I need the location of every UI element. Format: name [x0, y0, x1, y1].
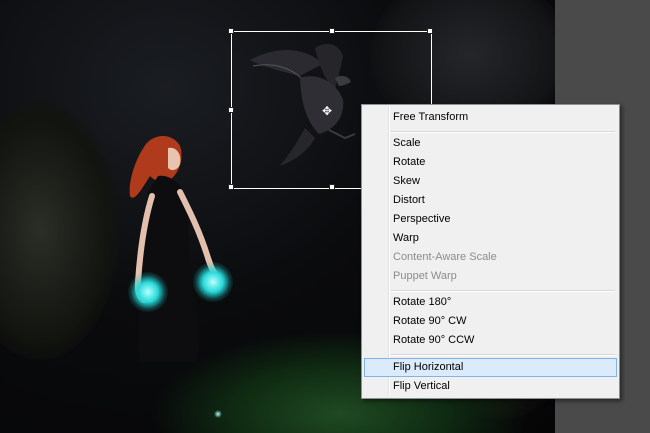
transform-context-menu: Free Transform Scale Rotate Skew Distort…	[361, 104, 620, 399]
menu-item-rotate-90-cw[interactable]: Rotate 90° CW	[364, 312, 617, 331]
transform-handle-bottom-left[interactable]	[228, 184, 234, 190]
menu-item-flip-vertical[interactable]: Flip Vertical	[364, 377, 617, 396]
transform-handle-top-right[interactable]	[427, 28, 433, 34]
menu-item-rotate-180[interactable]: Rotate 180°	[364, 293, 617, 312]
menu-item-puppet-warp: Puppet Warp	[393, 270, 457, 282]
crosshair-move-cursor-icon: ✥	[322, 104, 333, 118]
transform-handle-top-left[interactable]	[228, 28, 234, 34]
menu-item-distort[interactable]: Distort	[364, 191, 617, 210]
glowing-hand-right	[193, 262, 233, 302]
menu-item-skew[interactable]: Skew	[364, 172, 617, 191]
glowing-hand-left	[128, 272, 168, 312]
transform-handle-bottom-center[interactable]	[329, 184, 335, 190]
menu-separator	[391, 354, 615, 356]
menu-item-flip-horizontal[interactable]: Flip Horizontal	[364, 358, 617, 377]
light-spark	[214, 410, 222, 418]
cave-rock-left	[0, 100, 120, 360]
woman-figure-image	[129, 135, 217, 362]
menu-item-rotate[interactable]: Rotate	[364, 153, 617, 172]
menu-item-content-aware-scale: Content-Aware Scale	[393, 251, 497, 263]
menu-item-warp[interactable]: Warp	[364, 229, 617, 248]
menu-item-perspective[interactable]: Perspective	[364, 210, 617, 229]
menu-separator	[391, 290, 615, 292]
menu-item-scale[interactable]: Scale	[364, 134, 617, 153]
menu-separator	[391, 131, 615, 133]
menu-item-free-transform[interactable]: Free Transform	[364, 108, 617, 127]
menu-item-rotate-90-ccw[interactable]: Rotate 90° CCW	[364, 331, 617, 350]
transform-handle-top-center[interactable]	[329, 28, 335, 34]
transform-handle-middle-left[interactable]	[228, 107, 234, 113]
